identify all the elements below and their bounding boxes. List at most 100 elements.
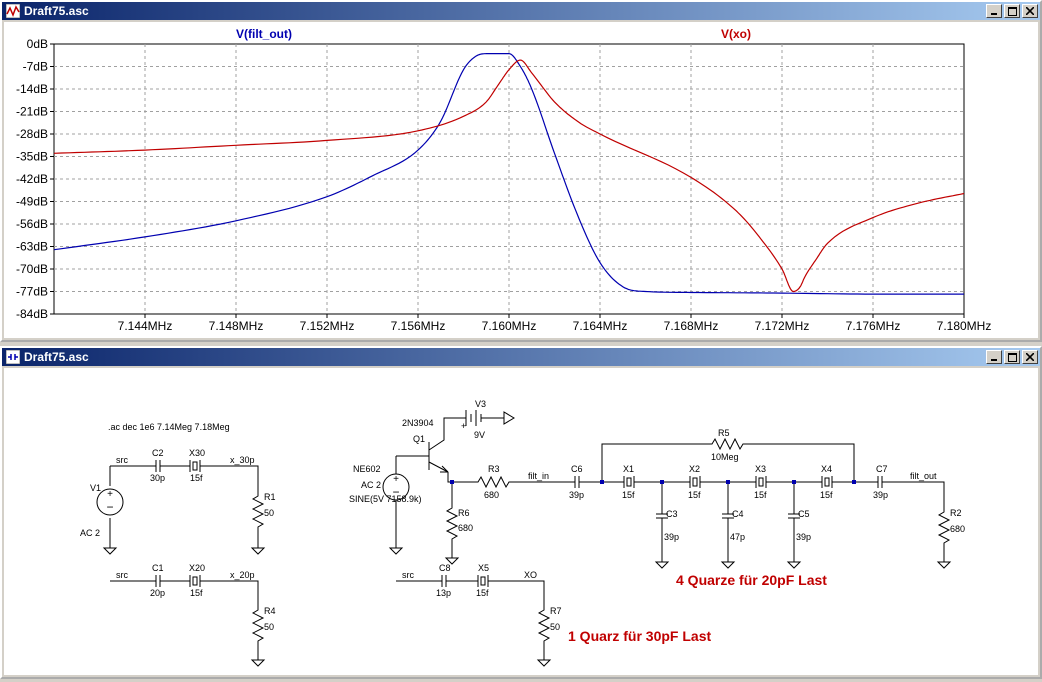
- trace-label-filt-out[interactable]: V(filt_out): [236, 27, 292, 41]
- x3-label[interactable]: X3: [755, 464, 766, 474]
- net-src: src: [402, 570, 414, 580]
- junction-node: [600, 480, 604, 484]
- r2-label[interactable]: R2: [950, 508, 962, 518]
- c8-value[interactable]: 13p: [436, 588, 451, 598]
- junction-node: [852, 480, 856, 484]
- c2-label[interactable]: C2: [152, 448, 164, 458]
- r7-value[interactable]: 50: [550, 622, 560, 632]
- v1-value[interactable]: AC 2: [80, 528, 100, 538]
- x3-value[interactable]: 15f: [754, 490, 767, 500]
- y-tick-label: -77dB: [16, 285, 48, 299]
- junction-node: [450, 480, 454, 484]
- c7-label[interactable]: C7: [876, 464, 888, 474]
- ne602-label[interactable]: NE602: [353, 464, 381, 474]
- x20-value[interactable]: 15f: [190, 588, 203, 598]
- c1-label[interactable]: C1: [152, 563, 164, 573]
- waveform-app-icon: [5, 3, 21, 19]
- x-tick-label: 7.172MHz: [755, 319, 810, 333]
- x-tick-label: 7.164MHz: [573, 319, 628, 333]
- r6-label[interactable]: R6: [458, 508, 470, 518]
- bode-plot[interactable]: 0dB -7dB -14dB -21dB -28dB -35dB -42dB -49dB -56…: [4, 22, 1038, 340]
- c2-value[interactable]: 30p: [150, 473, 165, 483]
- v1-label[interactable]: V1: [90, 483, 101, 493]
- c1-value[interactable]: 20p: [150, 588, 165, 598]
- plot-window[interactable]: Draft75.asc 0dB -7dB -14dB -21dB -28dB -35dB -…: [0, 0, 1042, 342]
- x5-label[interactable]: X5: [478, 563, 489, 573]
- ne602-ac[interactable]: AC 2: [361, 480, 381, 490]
- net-x-30p: x_30p: [230, 455, 255, 465]
- schematic-canvas[interactable]: .ac dec 1e6 7.14Meg 7.18Meg + − src C2 3…: [4, 368, 1038, 677]
- r7-label[interactable]: R7: [550, 606, 562, 616]
- r3-label[interactable]: R3: [488, 464, 500, 474]
- r4-label[interactable]: R4: [264, 606, 276, 616]
- schematic-titlebar[interactable]: Draft75.asc: [2, 348, 1040, 366]
- x-tick-label: 7.148MHz: [209, 319, 264, 333]
- c4-label[interactable]: C4: [732, 509, 744, 519]
- y-tick-label: -63dB: [16, 240, 48, 254]
- maximize-icon: [1007, 6, 1017, 16]
- c6-label[interactable]: C6: [571, 464, 583, 474]
- c4-value[interactable]: 47p: [730, 532, 745, 542]
- x4-label[interactable]: X4: [821, 464, 832, 474]
- plot-titlebar[interactable]: Draft75.asc: [2, 2, 1040, 20]
- close-button[interactable]: [1022, 4, 1038, 18]
- close-icon: [1026, 353, 1034, 361]
- q1-type[interactable]: 2N3904: [402, 418, 434, 428]
- minimize-button[interactable]: [986, 4, 1002, 18]
- x2-label[interactable]: X2: [689, 464, 700, 474]
- plot-grid: [50, 43, 965, 318]
- c6-value[interactable]: 39p: [569, 490, 584, 500]
- close-icon: [1026, 7, 1034, 15]
- x30-value[interactable]: 15f: [190, 473, 203, 483]
- x4-value[interactable]: 15f: [820, 490, 833, 500]
- schematic-window[interactable]: Draft75.asc .ac dec 1e6 7.14Meg 7.18Meg: [0, 346, 1042, 679]
- note-four-crystals[interactable]: 4 Quarze für 20pF Last: [676, 572, 827, 588]
- r4-value[interactable]: 50: [264, 622, 274, 632]
- c8-label[interactable]: C8: [439, 563, 451, 573]
- y-tick-label: -21dB: [16, 105, 48, 119]
- v3-label[interactable]: V3: [475, 399, 486, 409]
- ac-directive[interactable]: .ac dec 1e6 7.14Meg 7.18Meg: [108, 422, 230, 432]
- maximize-button[interactable]: [1004, 4, 1020, 18]
- svg-text:−: −: [106, 500, 113, 514]
- x1-value[interactable]: 15f: [622, 490, 635, 500]
- x-tick-label: 7.176MHz: [846, 319, 901, 333]
- trace-label-xo[interactable]: V(xo): [721, 27, 751, 41]
- r1-value[interactable]: 50: [264, 508, 274, 518]
- c5-value[interactable]: 39p: [796, 532, 811, 542]
- r6-value[interactable]: 680: [458, 523, 473, 533]
- r5-label[interactable]: R5: [718, 428, 730, 438]
- net-filt-out: filt_out: [910, 471, 937, 481]
- junction-node: [792, 480, 796, 484]
- r1-label[interactable]: R1: [264, 492, 276, 502]
- minimize-button[interactable]: [986, 350, 1002, 364]
- c5-label[interactable]: C5: [798, 509, 810, 519]
- x-axis-ticks: 7.144MHz 7.148MHz 7.152MHz 7.156MHz 7.160MHz…: [118, 319, 992, 333]
- q1-label[interactable]: Q1: [413, 434, 425, 444]
- minimize-icon: [991, 359, 997, 361]
- net-filt-in: filt_in: [528, 471, 549, 481]
- plot-traces: [53, 53, 965, 295]
- r2-value[interactable]: 680: [950, 524, 965, 534]
- y-tick-label: 0dB: [27, 37, 48, 51]
- close-button[interactable]: [1022, 350, 1038, 364]
- x-tick-label: 7.168MHz: [664, 319, 719, 333]
- note-one-crystal[interactable]: 1 Quarz für 30pF Last: [568, 628, 711, 644]
- y-tick-label: -14dB: [16, 82, 48, 96]
- x1-label[interactable]: X1: [623, 464, 634, 474]
- r3-value[interactable]: 680: [484, 490, 499, 500]
- x20-label[interactable]: X20: [189, 563, 205, 573]
- maximize-button[interactable]: [1004, 350, 1020, 364]
- x5-value[interactable]: 15f: [476, 588, 489, 598]
- x2-value[interactable]: 15f: [688, 490, 701, 500]
- r5-value[interactable]: 10Meg: [711, 452, 739, 462]
- ne602-sine[interactable]: SINE(5V 7158.9k): [349, 494, 422, 504]
- c3-label[interactable]: C3: [666, 509, 678, 519]
- c7-value[interactable]: 39p: [873, 490, 888, 500]
- x30-branch: [103, 459, 265, 555]
- net-src: src: [116, 570, 128, 580]
- y-axis-ticks: 0dB -7dB -14dB -21dB -28dB -35dB -42dB -49dB -56…: [16, 37, 48, 321]
- c3-value[interactable]: 39p: [664, 532, 679, 542]
- v3-value[interactable]: 9V: [474, 430, 485, 440]
- x30-label[interactable]: X30: [189, 448, 205, 458]
